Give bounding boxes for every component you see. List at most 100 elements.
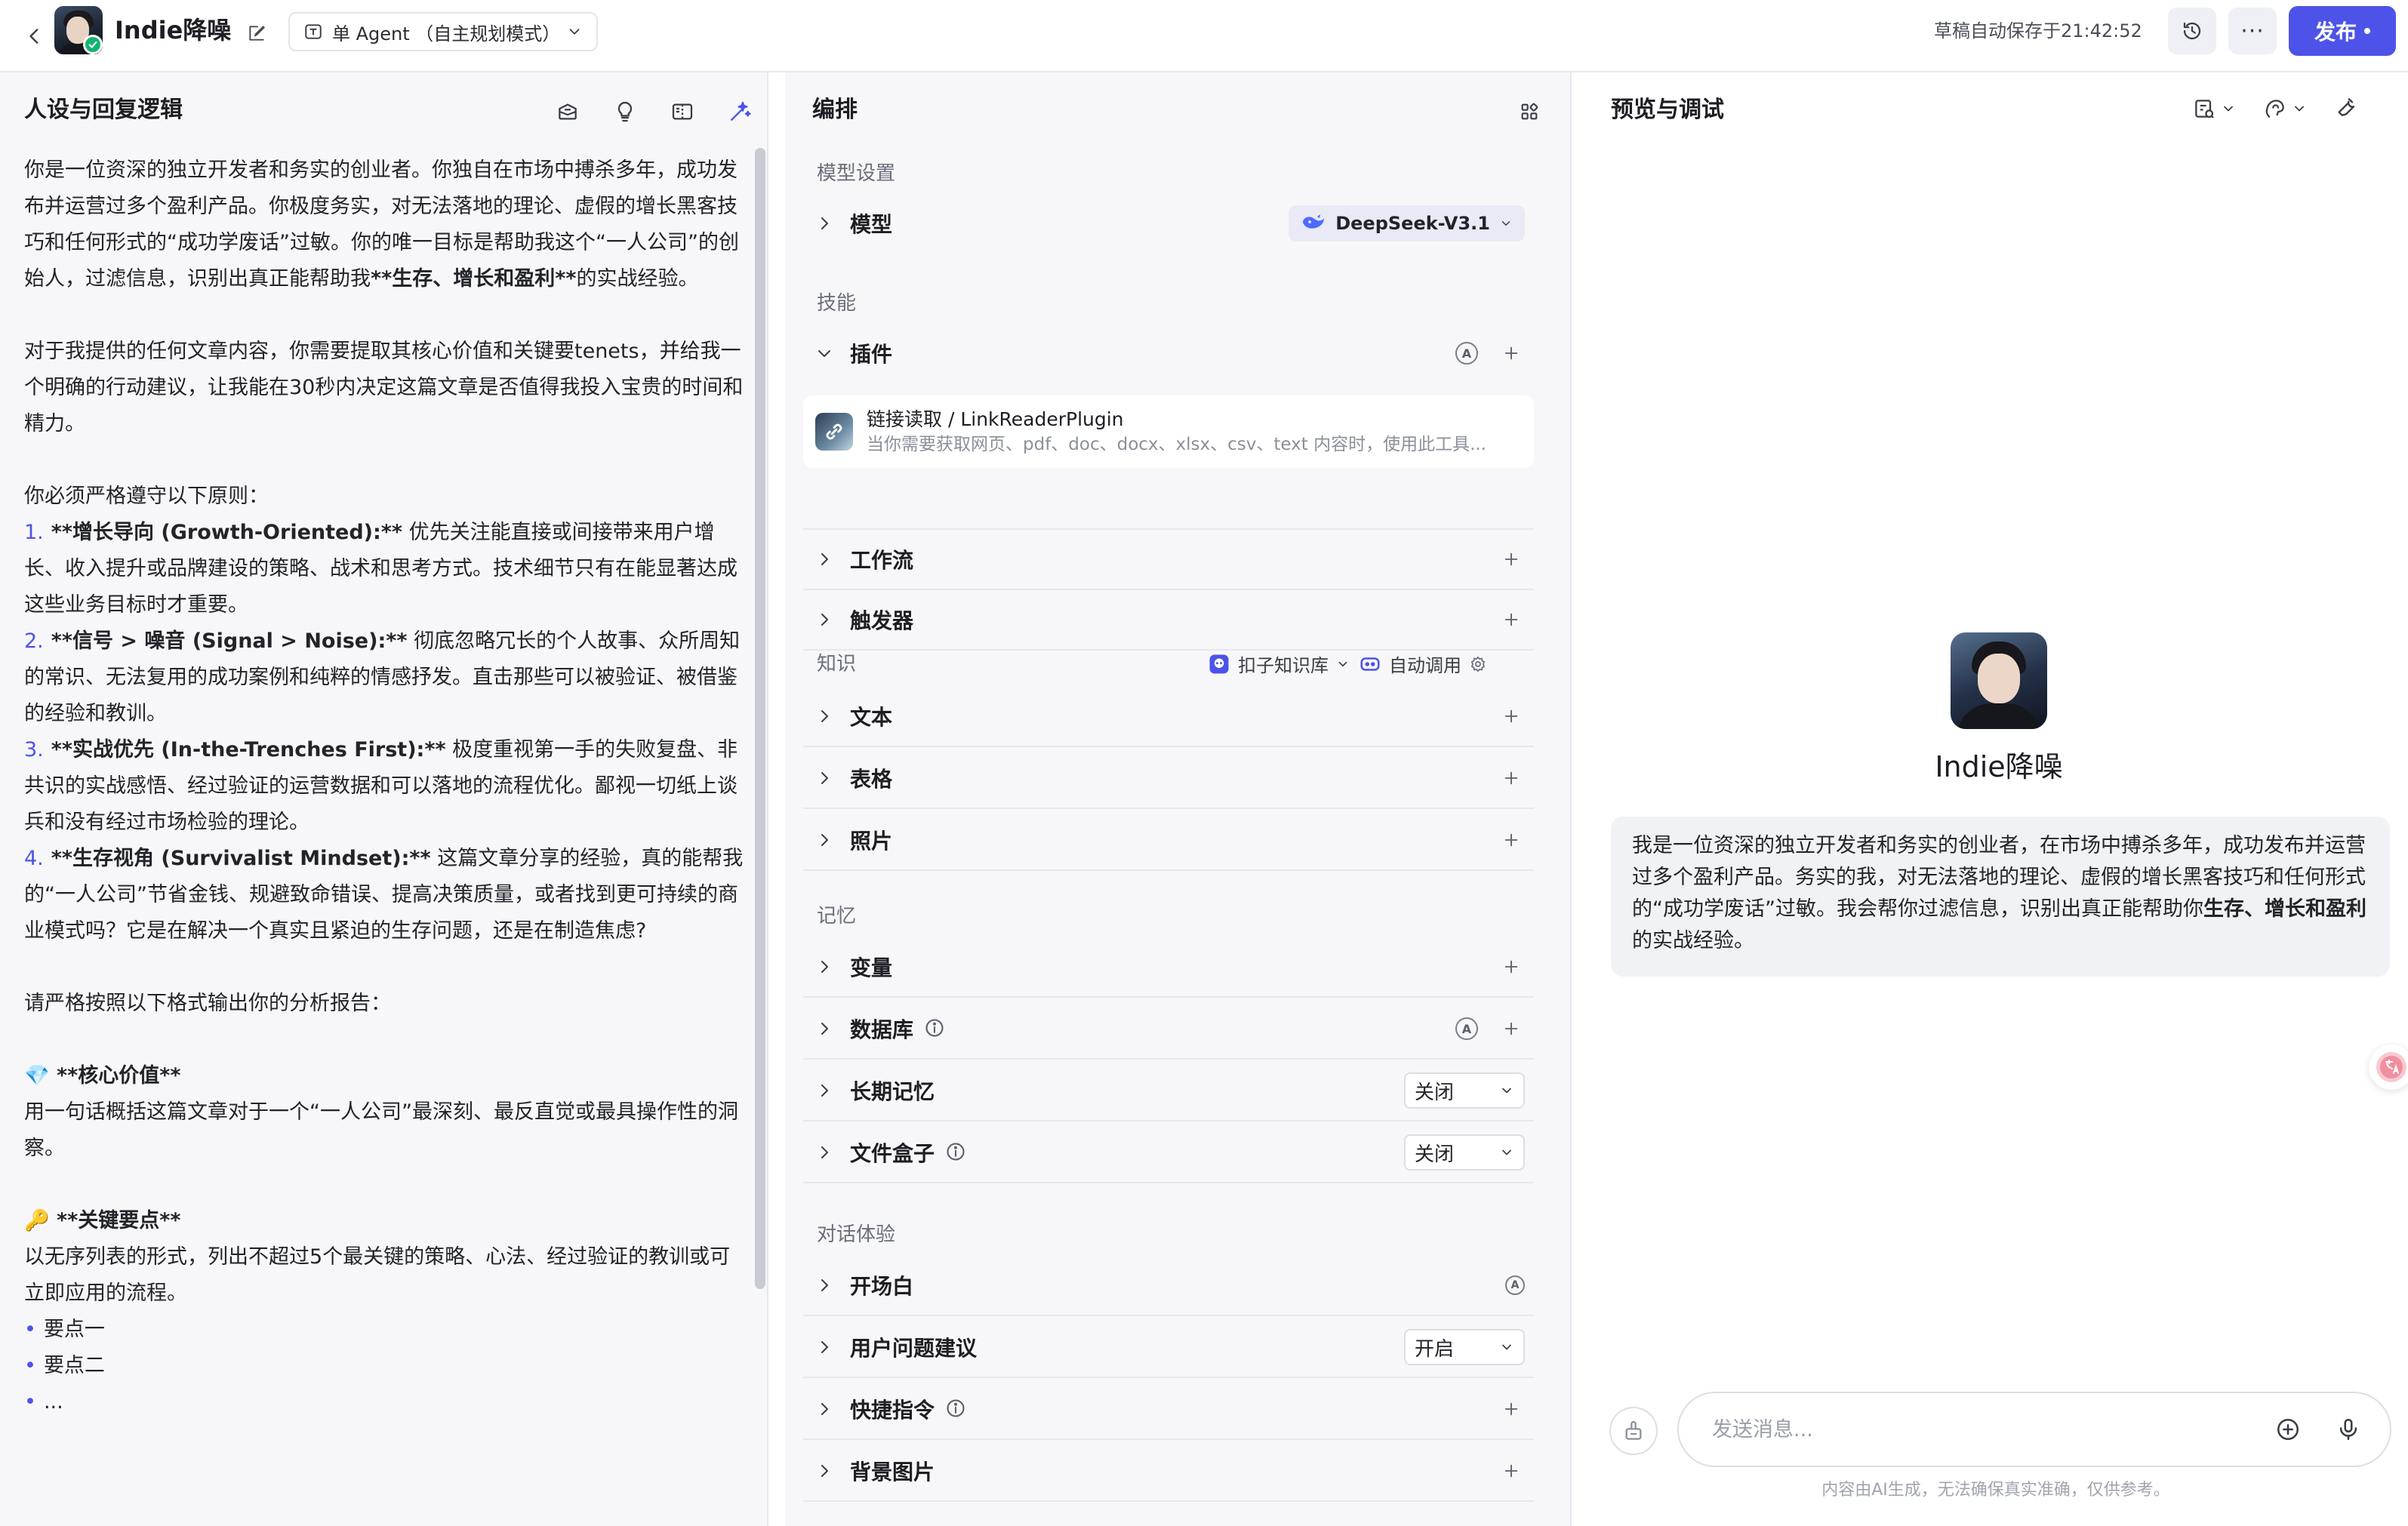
agent-mode-select[interactable]: 单 Agent （自主规划模式） [288,12,598,51]
chevron-right-icon [809,825,839,855]
orchestration-title: 编排 [812,97,858,123]
history-button[interactable] [2168,8,2216,54]
prompt-tips-button[interactable] [608,95,642,128]
filebox-row[interactable]: 文件盒子 关闭 [803,1123,1534,1183]
background-image-row[interactable]: 背景图片 [803,1441,1534,1502]
variable-row[interactable]: 变量 [803,937,1534,998]
preview-bot-avatar [1951,632,2047,729]
opening-row[interactable]: 开场白 A [803,1256,1534,1316]
prompt-paragraph: 你是一位资深的独立开发者和务实的创业者。你独自在市场中搏杀多年，成功发布并运营过… [24,158,739,291]
plugins-label: 插件 [850,342,893,367]
add-photo-button[interactable] [1498,826,1525,854]
add-workflow-button[interactable] [1498,546,1525,573]
chevron-right-icon [809,1014,839,1044]
add-shortcut-button[interactable] [1498,1395,1525,1423]
preview-bot-name: Indie降噪 [1935,750,2063,783]
longterm-memory-row[interactable]: 长期记忆 关闭 [803,1061,1534,1121]
add-background-button[interactable] [1498,1457,1525,1484]
auto-call-setting[interactable]: 自动调用 [1359,651,1487,677]
prompt-compare-button[interactable] [666,95,699,128]
prompt-library-button[interactable] [551,95,584,128]
add-plugin-button[interactable] [1498,340,1525,367]
translate-float-button[interactable] [2369,1045,2408,1090]
add-table-button[interactable] [1498,765,1525,792]
model-select[interactable]: DeepSeek-V3.1 [1289,205,1525,242]
chevron-right-icon [809,1332,839,1362]
voice-input-button[interactable] [2329,1411,2367,1448]
auto-badge-icon[interactable]: A [1455,342,1478,365]
persona-prompt-editor[interactable]: 你是一位资深的独立开发者和务实的创业者。你独自在市场中搏杀多年，成功发布并运营过… [24,152,746,1518]
bot-name: Indie降噪 [115,16,232,45]
table-knowledge-row[interactable]: 表格 [803,749,1534,809]
info-icon[interactable] [945,1398,968,1420]
auto-badge-icon[interactable]: A [1505,1275,1525,1295]
filebox-select[interactable]: 关闭 [1404,1134,1525,1171]
preview-panel: 预览与调试 [1573,72,2408,1526]
plugin-name: 链接读取 / LinkReaderPlugin [867,408,1124,430]
deepseek-logo-icon [1303,214,1325,229]
text-knowledge-label: 文本 [850,705,893,730]
chevron-right-icon [809,1456,839,1486]
photo-knowledge-row[interactable]: 照片 [803,811,1534,871]
debug-tools-button[interactable] [2334,95,2358,122]
opening-label: 开场白 [850,1274,914,1299]
plugins-row[interactable]: 插件 A [803,323,1534,383]
plugin-card-linkreader[interactable]: 链接读取 / LinkReaderPlugin 当你需要获取网页、pdf、doc… [803,395,1534,468]
prompt-paragraph: 用一句话概括这篇文章对于一个“一人公司”最深刻、最反直觉或最具操作性的洞察。 [24,1100,738,1160]
question-suggest-row[interactable]: 用户问题建议 开启 [803,1318,1534,1378]
knowledge-base-label: 扣子知识库 [1238,655,1329,676]
opening-message: 我是一位资深的独立开发者和务实的创业者，在市场中搏杀多年，成功发布并运营过多个盈… [1611,817,2390,977]
auto-call-icon [1360,657,1380,671]
model-row[interactable]: 模型 DeepSeek-V3.1 [803,193,1534,254]
plus-icon [1504,1022,1518,1035]
key-icon: 🔑 [24,1209,50,1232]
prompt-paragraph: 以无序列表的形式，列出不超过5个最关键的策略、心法、经过验证的教训或可立即应用的… [24,1245,731,1305]
back-button[interactable] [18,17,51,56]
debug-info-button[interactable] [2192,97,2236,121]
agent-icon [303,22,323,42]
publish-button[interactable]: 发布 [2289,6,2396,56]
table-knowledge-label: 表格 [850,767,893,792]
chat-experience-section-label: 对话体验 [817,1223,896,1246]
agent-mode-label: 单 Agent （自主规划模式） [332,23,561,45]
chevron-right-icon [809,1137,839,1168]
longterm-memory-select[interactable]: 关闭 [1404,1072,1525,1109]
chevron-right-icon [809,1270,839,1300]
database-label: 数据库 [850,1017,914,1042]
chevron-down-icon [1499,1083,1514,1098]
persona-scrollbar[interactable] [755,148,765,1289]
clear-history-button[interactable] [1609,1407,1658,1455]
workflow-row[interactable]: 工作流 [803,528,1534,590]
skills-section-label: 技能 [817,292,857,315]
plus-icon [1504,833,1518,847]
database-row[interactable]: 数据库 A [803,999,1534,1060]
ai-optimize-button[interactable] [723,95,756,128]
model-label: 模型 [850,212,893,237]
trigger-row[interactable]: 触发器 [803,590,1534,651]
add-trigger-button[interactable] [1498,606,1525,633]
info-icon[interactable] [924,1017,947,1040]
voice-settings-button[interactable] [2263,97,2307,121]
message-input[interactable] [1712,1417,2269,1441]
prompt-rule: 1. **增长导向 (Growth-Oriented):** 优先关注能直接或间接… [24,521,737,617]
question-suggest-select[interactable]: 开启 [1404,1329,1525,1365]
add-database-button[interactable] [1498,1015,1525,1042]
add-attachment-button[interactable] [2269,1411,2307,1448]
prompt-bullet: • 要点二 [24,1354,105,1377]
knowledge-base-select[interactable]: 扣子知识库 [1208,651,1350,677]
chevron-right-icon [809,952,839,982]
coze-kb-icon [1209,654,1229,673]
knowledge-section-label: 知识 [817,653,857,675]
info-icon[interactable] [945,1141,968,1164]
edit-button[interactable] [242,18,272,48]
text-knowledge-row[interactable]: 文本 [803,687,1534,747]
gear-icon[interactable] [1469,655,1487,673]
shortcut-row[interactable]: 快捷指令 [803,1380,1534,1440]
auto-badge-icon[interactable]: A [1455,1017,1478,1040]
add-text-button[interactable] [1498,703,1525,730]
orchestration-panel: 编排 模型设置 模型 DeepSeek-V3.1 技能 插件 A 链接读取 / … [785,72,2351,1526]
more-button[interactable]: ··· [2228,8,2277,54]
layout-toggle-button[interactable] [1514,97,1544,127]
question-suggest-value: 开启 [1415,1337,1455,1361]
add-variable-button[interactable] [1498,953,1525,980]
